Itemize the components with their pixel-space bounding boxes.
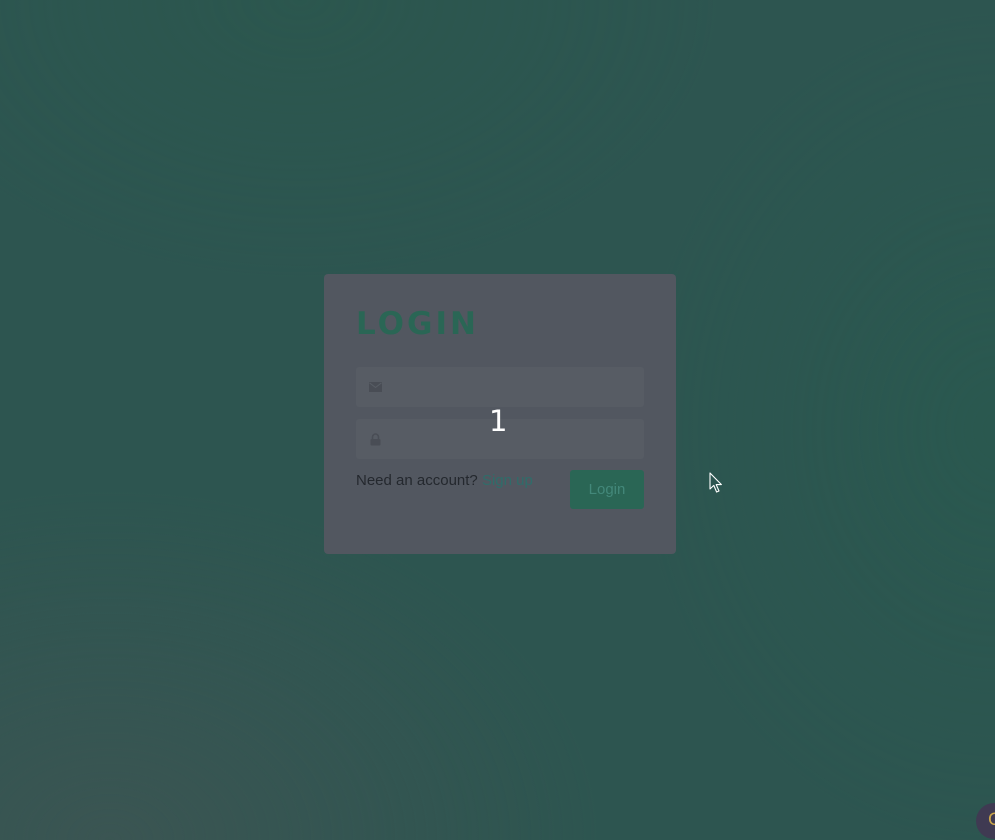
lock-icon [368, 432, 382, 446]
signup-link[interactable]: Sign up [482, 472, 533, 489]
login-title: LOGIN [356, 306, 479, 342]
password-input[interactable] [396, 430, 644, 448]
chat-bubble-icon[interactable]: C [976, 803, 995, 839]
need-account-text: Need an account? [356, 472, 478, 489]
mouse-cursor-icon [709, 472, 722, 493]
login-button[interactable]: Login [570, 470, 644, 509]
envelope-icon [368, 380, 382, 394]
email-input[interactable] [396, 378, 644, 396]
signup-prompt: Need an account? Sign up [356, 471, 533, 491]
step-number: 1 [489, 404, 508, 438]
email-field[interactable] [356, 367, 644, 407]
